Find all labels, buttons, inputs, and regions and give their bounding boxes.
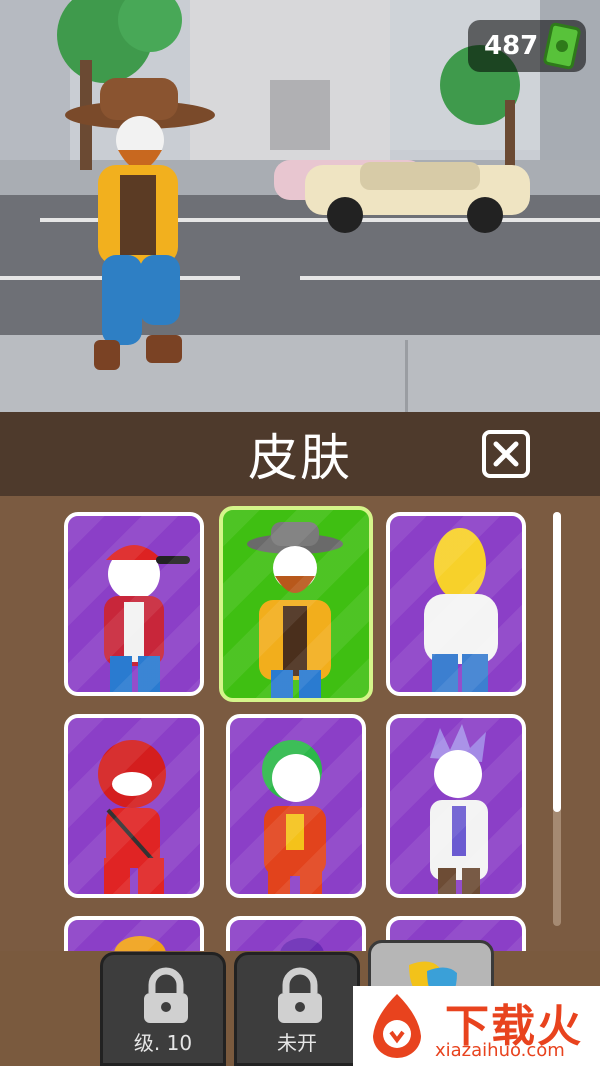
- tab-not-open[interactable]: 未开: [234, 952, 360, 1066]
- skin-card-purple-hat[interactable]: [226, 916, 366, 951]
- skin-card-orange[interactable]: [64, 916, 204, 951]
- currency-amount: 487: [484, 31, 539, 61]
- lock-icon: [278, 967, 322, 1023]
- tab-not-open-label: 未开: [277, 1031, 317, 1055]
- currency-counter: 487: [468, 20, 586, 72]
- cash-icon: [542, 22, 582, 74]
- skin-card-red-ninja[interactable]: [64, 714, 204, 898]
- skin-card-yellow-guy[interactable]: [386, 512, 526, 696]
- watermark-url: xiazaihuo.com: [435, 1040, 565, 1061]
- skin-grid[interactable]: [0, 496, 600, 951]
- lock-icon: [144, 967, 188, 1023]
- skin-card-red-cap[interactable]: [64, 512, 204, 696]
- watermark-logo: 下载火 xiazaihuo.com: [353, 986, 600, 1066]
- skin-card-scientist[interactable]: [386, 714, 526, 898]
- skin-card-joker[interactable]: [226, 714, 366, 898]
- tab-level-locked[interactable]: 级. 10: [100, 952, 226, 1066]
- close-button[interactable]: [482, 430, 530, 478]
- tab-level-label: 级. 10: [133, 1031, 193, 1055]
- flame-logo-icon: [373, 994, 421, 1058]
- close-icon: [493, 441, 519, 467]
- scrollbar-thumb[interactable]: [553, 512, 561, 812]
- skin-card-cowboy[interactable]: [219, 506, 373, 702]
- game-scene: 487: [0, 0, 600, 412]
